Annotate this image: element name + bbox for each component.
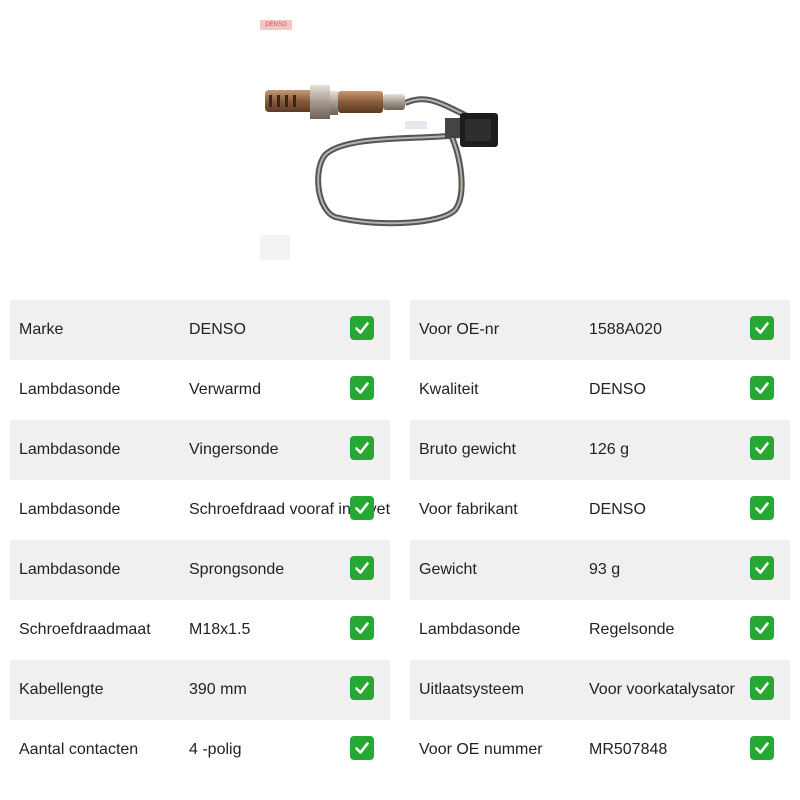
- spec-value: DENSO: [189, 321, 246, 338]
- check-mark-icon: [350, 376, 374, 400]
- spec-label: Voor OE-nr: [419, 321, 500, 338]
- check-mark-icon: [750, 496, 774, 520]
- check-mark-icon: [350, 736, 374, 760]
- spec-row: Schroefdraadmaat M18x1.5: [10, 600, 390, 660]
- spec-value: Regelsonde: [589, 621, 675, 638]
- spec-row: Uitlaatsysteem Voor voorkatalysator: [410, 660, 790, 720]
- spec-label: Uitlaatsysteem: [419, 681, 524, 698]
- check-mark-icon: [350, 436, 374, 460]
- spec-value: 126 g: [589, 441, 630, 458]
- check-mark-icon: [750, 736, 774, 760]
- spec-value: Verwarmd: [189, 381, 262, 398]
- spec-row: Marke DENSO: [10, 300, 390, 360]
- spec-value: DENSO: [589, 501, 646, 518]
- spec-label: Kwaliteit: [419, 381, 479, 398]
- check-mark-icon: [350, 496, 374, 520]
- spec-value: 390 mm: [189, 681, 247, 698]
- spec-value: Voor voorkatalysator: [589, 681, 735, 698]
- spec-row: Lambdasonde Vingersonde: [10, 420, 390, 480]
- spec-value: M18x1.5: [189, 621, 251, 638]
- check-mark-icon: [350, 676, 374, 700]
- check-mark-icon: [350, 556, 374, 580]
- spec-table-left: Marke DENSO Lambdasonde Verwarmd Lambdas…: [10, 300, 390, 780]
- spec-value: Sprongsonde: [189, 561, 285, 578]
- spec-label: Gewicht: [419, 561, 477, 578]
- spec-label: Schroefdraadmaat: [19, 621, 151, 638]
- spec-label: Lambdasonde: [19, 441, 121, 458]
- check-mark-icon: [750, 316, 774, 340]
- spec-row: Kabellengte 390 mm: [10, 660, 390, 720]
- spec-label: Kabellengte: [19, 681, 104, 698]
- spec-table-right: Voor OE-nr 1588A020 Kwaliteit DENSO Brut…: [410, 300, 790, 780]
- spec-label: Bruto gewicht: [419, 441, 516, 458]
- spec-row: Aantal contacten 4 -polig: [10, 720, 390, 780]
- spec-label: Marke: [19, 321, 64, 338]
- product-image: DENSO: [255, 15, 545, 265]
- oxygen-sensor-image: [260, 85, 498, 260]
- check-mark-icon: [750, 376, 774, 400]
- spec-value: 4 -polig: [189, 741, 242, 758]
- spec-label: Voor OE nummer: [419, 741, 543, 758]
- check-mark-icon: [750, 556, 774, 580]
- check-mark-icon: [350, 616, 374, 640]
- spec-value: 93 g: [589, 561, 621, 578]
- spec-value: Vingersonde: [189, 441, 279, 458]
- check-mark-icon: [350, 316, 374, 340]
- spec-row: Kwaliteit DENSO: [410, 360, 790, 420]
- spec-value: MR507848: [589, 741, 668, 758]
- spec-value: 1588A020: [589, 321, 662, 338]
- spec-row: Voor OE-nr 1588A020: [410, 300, 790, 360]
- spec-row: Lambdasonde Verwarmd: [10, 360, 390, 420]
- check-mark-icon: [750, 436, 774, 460]
- spec-label: Lambdasonde: [19, 561, 121, 578]
- spec-row: Voor fabrikant DENSO: [410, 480, 790, 540]
- spec-label: Lambdasonde: [19, 381, 121, 398]
- spec-row: Lambdasonde Sprongsonde: [10, 540, 390, 600]
- check-mark-icon: [750, 616, 774, 640]
- spec-label: Voor fabrikant: [419, 501, 518, 518]
- spec-row: Lambdasonde Schroefdraad vooraf ingevet: [10, 480, 390, 540]
- brand-logo: DENSO: [260, 20, 292, 30]
- check-mark-icon: [750, 676, 774, 700]
- spec-row: Gewicht 93 g: [410, 540, 790, 600]
- spec-row: Lambdasonde Regelsonde: [410, 600, 790, 660]
- spec-row: Bruto gewicht 126 g: [410, 420, 790, 480]
- spec-label: Aantal contacten: [19, 741, 139, 758]
- spec-value: DENSO: [589, 381, 646, 398]
- spec-row: Voor OE nummer MR507848: [410, 720, 790, 780]
- spec-label: Lambdasonde: [19, 501, 121, 518]
- spec-label: Lambdasonde: [419, 621, 521, 638]
